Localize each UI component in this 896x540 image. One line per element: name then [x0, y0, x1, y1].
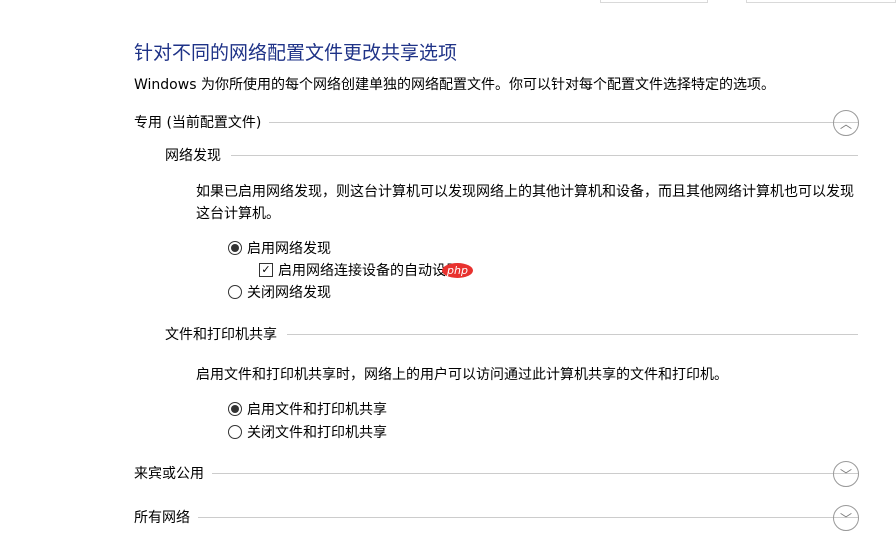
page-description: Windows 为你所使用的每个网络创建单独的网络配置文件。你可以针对每个配置文… [134, 77, 775, 93]
radio-discovery-off[interactable]: 关闭网络发现 [228, 282, 331, 302]
section-label: 专用 (当前配置文件) [134, 115, 262, 131]
chevron-down-icon[interactable]: ﹀ [833, 505, 859, 531]
checkbox-auto-setup[interactable]: ✓ 启用网络连接设备的自动设置 php [259, 260, 473, 280]
chevron-down-icon[interactable]: ﹀ [833, 461, 859, 487]
radio-sharing-on[interactable]: 启用文件和打印机共享 [228, 399, 387, 419]
watermark-logo: php [442, 262, 473, 278]
chevron-up-icon[interactable]: ︿ [833, 110, 859, 136]
section-all-networks[interactable]: 所有网络 [134, 507, 858, 527]
address-bar-edge [600, 0, 708, 3]
file-sharing-heading: 文件和打印机共享 [165, 324, 858, 344]
network-discovery-heading: 网络发现 [165, 145, 858, 165]
network-discovery-text: 如果已启用网络发现，则这台计算机可以发现网络上的其他计算机和设备，而且其他网络计… [196, 184, 854, 222]
file-sharing-text: 启用文件和打印机共享时，网络上的用户可以访问通过此计算机共享的文件和打印机。 [196, 367, 728, 383]
search-box-edge [746, 0, 896, 3]
section-private[interactable]: 专用 (当前配置文件) [134, 112, 858, 132]
radio-discovery-on[interactable]: 启用网络发现 [228, 238, 331, 258]
page-title: 针对不同的网络配置文件更改共享选项 [134, 42, 458, 64]
section-guest[interactable]: 来宾或公用 [134, 463, 858, 483]
checkbox-checked-icon: ✓ [259, 263, 273, 277]
radio-sharing-off[interactable]: 关闭文件和打印机共享 [228, 422, 387, 442]
